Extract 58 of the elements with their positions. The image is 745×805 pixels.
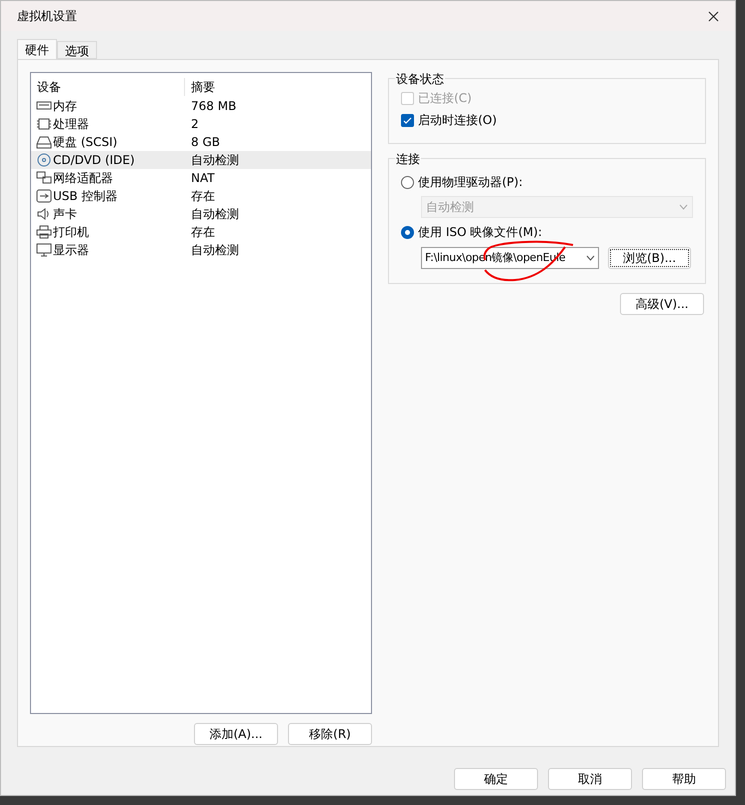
network-icon — [36, 171, 52, 185]
device-name: 内存 — [53, 98, 77, 115]
group-title: 设备状态 — [395, 70, 445, 88]
close-icon[interactable] — [708, 10, 719, 22]
radio-label: 使用物理驱动器(P): — [418, 174, 523, 191]
chevron-down-icon — [586, 255, 595, 261]
device-summary: 768 MB — [190, 98, 236, 115]
device-row[interactable]: 内存 768 MB — [31, 97, 371, 115]
checkbox[interactable] — [401, 114, 414, 126]
column-header[interactable]: 设备 — [31, 78, 185, 96]
device-summary: 自动检测 — [190, 152, 239, 169]
device-summary: 2 — [190, 116, 199, 133]
device-summary: NAT — [190, 170, 215, 187]
browse-button[interactable]: 浏览(B)... — [608, 247, 691, 269]
column-header[interactable]: 摘要 — [185, 78, 221, 96]
cancel-button[interactable]: 取消 — [548, 768, 632, 790]
device-row[interactable]: 处理器 2 — [31, 115, 371, 133]
device-row[interactable]: 硬盘 (SCSI) 8 GB — [31, 133, 371, 151]
window-title: 虚拟机设置 — [17, 8, 77, 25]
device-row[interactable]: 声卡 自动检测 — [31, 205, 371, 223]
checkbox-label: 已连接(C) — [418, 90, 472, 107]
remove-button[interactable]: 移除(R) — [288, 723, 372, 745]
tab[interactable]: 硬件 — [17, 39, 57, 59]
monitor-icon — [36, 243, 52, 257]
chevron-down-icon — [679, 204, 688, 210]
chip-icon — [36, 117, 52, 131]
tab[interactable]: 选项 — [57, 41, 97, 59]
device-summary: 自动检测 — [190, 206, 239, 223]
radio-button[interactable] — [401, 176, 414, 188]
device-name: 网络适配器 — [53, 170, 113, 187]
device-row[interactable]: USB 控制器 存在 — [31, 187, 371, 205]
usb-icon — [36, 189, 52, 203]
radio-label: 使用 ISO 映像文件(M): — [418, 224, 542, 241]
device-name: 打印机 — [53, 224, 89, 241]
device-summary: 存在 — [190, 224, 215, 241]
checkmark-icon — [403, 116, 412, 124]
device-name: 硬盘 (SCSI) — [53, 134, 118, 151]
printer-icon — [36, 225, 52, 239]
checkbox-label: 启动时连接(O) — [418, 112, 497, 129]
device-name: 声卡 — [53, 206, 77, 223]
disc-icon — [36, 153, 52, 167]
device-name: 显示器 — [53, 242, 89, 259]
device-name: CD/DVD (IDE) — [53, 152, 135, 169]
device-summary: 8 GB — [190, 134, 220, 151]
advanced-button[interactable]: 高级(V)... — [620, 293, 704, 315]
ok-button[interactable]: 确定 — [454, 768, 538, 790]
add-button[interactable]: 添加(A)... — [194, 723, 278, 745]
device-row[interactable]: 网络适配器 NAT — [31, 169, 371, 187]
help-button[interactable]: 帮助 — [642, 768, 726, 790]
device-name: 处理器 — [53, 116, 89, 133]
device-row[interactable]: 打印机 存在 — [31, 223, 371, 241]
device-row[interactable]: CD/DVD (IDE) 自动检测 — [31, 151, 371, 169]
device-summary: 自动检测 — [190, 242, 239, 259]
radio-button[interactable] — [401, 226, 414, 238]
device-summary: 存在 — [190, 188, 215, 205]
device-name: USB 控制器 — [53, 188, 118, 205]
group-title: 连接 — [395, 150, 421, 168]
device-row[interactable]: 显示器 自动检测 — [31, 241, 371, 259]
